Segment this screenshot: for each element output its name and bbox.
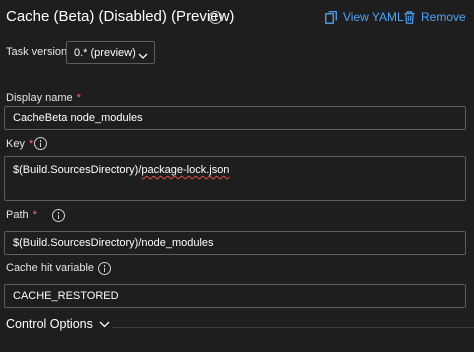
info-icon[interactable]: [98, 262, 111, 275]
task-title: Cache (Beta) (Disabled) (Preview): [6, 8, 235, 25]
cache-hit-variable-label-text: Cache hit variable: [6, 262, 95, 274]
display-name-label-text: Display name: [6, 92, 73, 104]
control-options-label: Control Options: [6, 317, 93, 331]
required-marker: *: [32, 209, 37, 221]
view-yaml-icon: [325, 10, 337, 24]
task-settings-panel: Cache (Beta) (Disabled) (Preview) View Y…: [0, 0, 474, 352]
required-marker: *: [76, 92, 81, 104]
section-divider: [112, 327, 474, 328]
path-label-text: Path: [6, 209, 29, 221]
task-header: Cache (Beta) (Disabled) (Preview) View Y…: [0, 0, 474, 34]
key-value-prefix: $(Build.SourcesDirectory)/: [13, 164, 142, 176]
path-value: $(Build.SourcesDirectory)/node_modules: [13, 237, 214, 249]
key-label: Key *: [6, 138, 33, 150]
display-name-label: Display name *: [6, 92, 81, 104]
chevron-down-icon: [99, 317, 110, 331]
info-icon[interactable]: [209, 11, 222, 24]
task-version-label: Task version: [6, 46, 68, 58]
remove-button[interactable]: Remove: [404, 10, 466, 24]
display-name-value: CacheBeta node_modules: [13, 112, 143, 124]
cache-hit-variable-label: Cache hit variable: [6, 262, 94, 274]
control-options-toggle[interactable]: Control Options: [6, 317, 110, 331]
remove-label: Remove: [421, 10, 466, 24]
display-name-field[interactable]: CacheBeta node_modules: [4, 106, 466, 130]
view-yaml-label: View YAML: [343, 10, 404, 24]
key-value-flagged: package-lock.json: [141, 164, 230, 176]
path-label: Path *: [6, 209, 37, 221]
cache-hit-variable-value: CACHE_RESTORED: [13, 290, 119, 302]
trash-icon: [404, 10, 415, 24]
task-version-value: 0.* (preview): [74, 47, 136, 59]
chevron-down-icon: [138, 50, 148, 62]
path-field[interactable]: $(Build.SourcesDirectory)/node_modules: [4, 231, 466, 255]
task-version-select[interactable]: 0.* (preview): [66, 41, 155, 64]
key-field[interactable]: $(Build.SourcesDirectory)/package-lock.j…: [4, 156, 466, 201]
cache-hit-variable-field[interactable]: CACHE_RESTORED: [4, 284, 466, 308]
required-marker: *: [28, 138, 34, 150]
view-yaml-button[interactable]: View YAML: [325, 10, 404, 24]
key-label-text: Key: [6, 138, 25, 150]
info-icon[interactable]: [52, 209, 65, 222]
info-icon[interactable]: [34, 137, 47, 150]
